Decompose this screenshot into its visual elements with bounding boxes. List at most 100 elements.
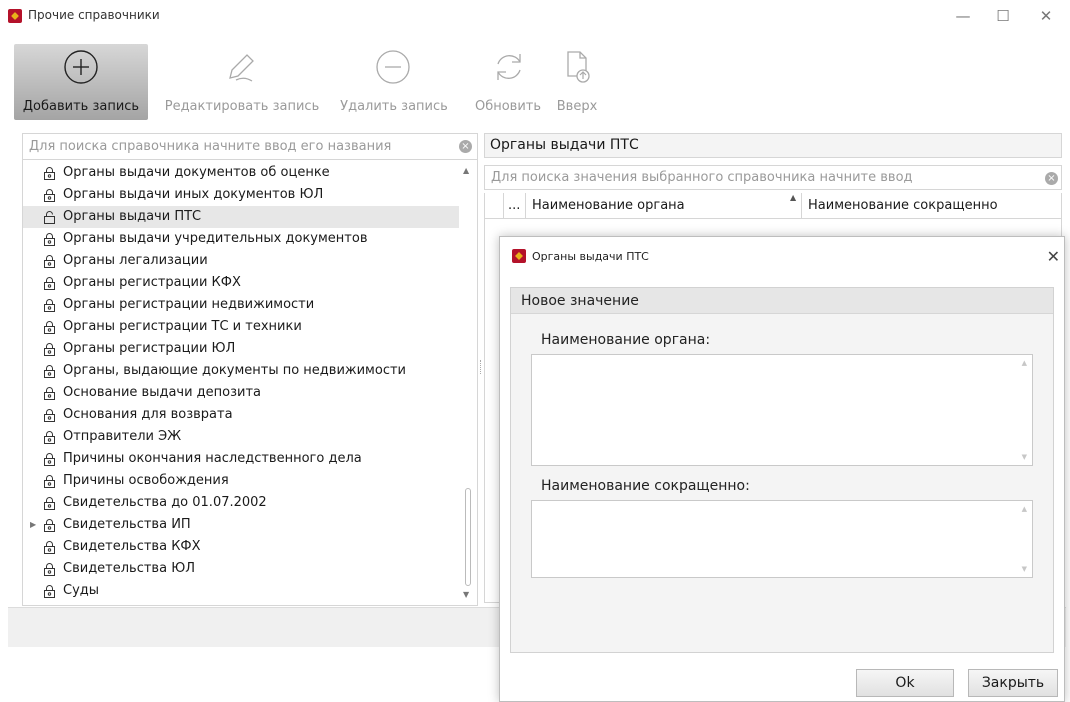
grid-header: ... Наименование органа ▲ Наименование с… bbox=[485, 193, 1061, 219]
directory-item[interactable]: Причины освобождения bbox=[23, 470, 459, 492]
directory-item[interactable]: Суды bbox=[23, 580, 459, 602]
directory-item[interactable]: Органы легализации bbox=[23, 250, 459, 272]
plus-circle-icon bbox=[64, 50, 98, 84]
clear-search-icon[interactable]: × bbox=[459, 140, 472, 153]
directory-item-label: Свидетельства КФХ bbox=[63, 539, 201, 554]
memo-scroll-down-icon[interactable]: ▼ bbox=[1022, 453, 1027, 461]
lock-icon bbox=[44, 431, 55, 444]
directory-item-label: Органы регистрации КФХ bbox=[63, 275, 241, 290]
delete-record-button[interactable]: Удалить запись bbox=[332, 44, 456, 120]
directory-item[interactable]: Органы регистрации ТС и техники bbox=[23, 316, 459, 338]
lock-icon bbox=[44, 387, 55, 400]
toolbar: Добавить запись Редактировать запись Уда… bbox=[0, 44, 1070, 120]
lock-icon bbox=[44, 563, 55, 576]
pencil-icon bbox=[229, 54, 254, 82]
directory-search: × bbox=[23, 134, 477, 160]
directory-item[interactable]: Органы выдачи документов об оценке bbox=[23, 162, 459, 184]
panel-splitter[interactable] bbox=[480, 360, 482, 374]
lock-icon bbox=[44, 519, 55, 532]
directory-item-label: Органы выдачи учредительных документов bbox=[63, 231, 368, 246]
document-up-icon bbox=[567, 51, 590, 83]
add-record-label: Добавить запись bbox=[22, 99, 140, 114]
close-button[interactable]: Закрыть bbox=[968, 669, 1058, 697]
lock-icon bbox=[44, 299, 55, 312]
directory-item[interactable]: Органы выдачи учредительных документов bbox=[23, 228, 459, 250]
directory-item-label: Суды bbox=[63, 583, 100, 598]
directory-item-label: Органы, выдающие документы по недвижимос… bbox=[63, 363, 406, 378]
scroll-up-icon[interactable]: ▲ bbox=[463, 166, 469, 175]
directory-item[interactable]: Свидетельства ЮЛ bbox=[23, 558, 459, 580]
lock-icon bbox=[44, 453, 55, 466]
memo-scroll-up-icon[interactable]: ▲ bbox=[1022, 505, 1027, 513]
add-record-button[interactable]: Добавить запись bbox=[14, 44, 148, 120]
directory-search-input[interactable] bbox=[23, 134, 453, 159]
directory-item-label: Свидетельства ЮЛ bbox=[63, 561, 196, 576]
refresh-icon bbox=[497, 54, 521, 80]
clear-value-search-icon[interactable]: × bbox=[1045, 172, 1058, 185]
memo-scroll-down-icon[interactable]: ▼ bbox=[1022, 565, 1027, 573]
lock-icon bbox=[44, 233, 55, 246]
directory-item-label: Основания для возврата bbox=[63, 407, 233, 422]
lock-icon bbox=[44, 409, 55, 422]
directory-item[interactable]: Свидетельства КФХ bbox=[23, 536, 459, 558]
directory-item[interactable]: Органы регистрации ЮЛ bbox=[23, 338, 459, 360]
refresh-button[interactable]: Обновить bbox=[468, 44, 548, 120]
selected-directory-header: Органы выдачи ПТС bbox=[484, 133, 1062, 158]
directory-item[interactable]: Органы выдачи ПТС bbox=[23, 206, 459, 228]
directory-item[interactable]: Органы регистрации недвижимости bbox=[23, 294, 459, 316]
lock-icon bbox=[44, 321, 55, 334]
app-logo-icon bbox=[8, 9, 22, 23]
directory-item-label: Основание выдачи депозита bbox=[63, 385, 262, 400]
directory-item[interactable]: Отправители ЭЖ bbox=[23, 426, 459, 448]
close-window-button[interactable]: ✕ bbox=[1026, 4, 1066, 28]
directory-item-label: Органы легализации bbox=[63, 253, 208, 268]
tree-scrollbar[interactable]: ▲ ▼ bbox=[461, 162, 475, 602]
directory-item[interactable]: Органы выдачи иных документов ЮЛ bbox=[23, 184, 459, 206]
edit-record-label: Редактировать запись bbox=[164, 99, 320, 114]
directory-item-label: Органы выдачи иных документов ЮЛ bbox=[63, 187, 324, 202]
new-value-dialog: Органы выдачи ПТС ✕ Новое значение Наиме… bbox=[499, 236, 1065, 702]
short-name-field[interactable]: ▲ ▼ bbox=[531, 500, 1033, 578]
directory-item[interactable]: Основания для возврата bbox=[23, 404, 459, 426]
window-title: Прочие справочники bbox=[28, 8, 160, 22]
short-name-input[interactable] bbox=[532, 501, 1012, 577]
directory-item[interactable]: Органы регистрации КФХ bbox=[23, 272, 459, 294]
directory-item-label: Органы регистрации ЮЛ bbox=[63, 341, 236, 356]
title-bar: Прочие справочники — ☐ ✕ bbox=[0, 0, 1070, 32]
value-search: × bbox=[484, 165, 1062, 190]
memo-scroll-up-icon[interactable]: ▲ bbox=[1022, 359, 1027, 367]
maximize-button[interactable]: ☐ bbox=[983, 4, 1023, 28]
scroll-down-icon[interactable]: ▼ bbox=[463, 590, 469, 599]
directory-item[interactable]: Основание выдачи депозита bbox=[23, 382, 459, 404]
authority-name-label: Наименование органа: bbox=[541, 332, 711, 348]
lock-icon bbox=[44, 365, 55, 378]
new-value-group: Новое значение Наименование органа: ▲ ▼ … bbox=[510, 287, 1054, 653]
column-menu-button[interactable]: ... bbox=[503, 193, 525, 219]
authority-name-field[interactable]: ▲ ▼ bbox=[531, 354, 1033, 466]
value-search-input[interactable] bbox=[485, 166, 1035, 189]
directory-item[interactable]: ▶ Свидетельства ИП bbox=[23, 514, 459, 536]
up-button[interactable]: Вверх bbox=[550, 44, 604, 120]
dialog-close-icon[interactable]: ✕ bbox=[1047, 247, 1060, 266]
directory-item[interactable]: Причины окончания наследственного дела bbox=[23, 448, 459, 470]
up-label: Вверх bbox=[556, 99, 598, 114]
directory-item[interactable]: Органы, выдающие документы по недвижимос… bbox=[23, 360, 459, 382]
scroll-thumb[interactable] bbox=[465, 488, 471, 586]
lock-icon bbox=[44, 167, 55, 180]
expand-arrow-icon[interactable]: ▶ bbox=[30, 514, 36, 536]
authority-name-input[interactable] bbox=[532, 355, 1012, 465]
sort-ascending-icon: ▲ bbox=[790, 193, 797, 202]
directory-item[interactable]: Свидетельства до 01.07.2002 bbox=[23, 492, 459, 514]
column-header-short-name[interactable]: Наименование сокращенно bbox=[801, 193, 1061, 219]
unlock-icon bbox=[44, 211, 55, 224]
directory-list-panel: × Органы выдачи документов об оценке Орга… bbox=[22, 133, 478, 606]
lock-icon bbox=[44, 497, 55, 510]
minimize-button[interactable]: — bbox=[943, 4, 983, 28]
column-header-name[interactable]: Наименование органа bbox=[525, 193, 801, 219]
edit-record-button[interactable]: Редактировать запись bbox=[154, 44, 330, 120]
directory-item-label: Причины окончания наследственного дела bbox=[63, 451, 362, 466]
app-logo-icon bbox=[512, 249, 526, 263]
lock-icon bbox=[44, 541, 55, 554]
ok-button[interactable]: Ok bbox=[856, 669, 954, 697]
lock-icon bbox=[44, 189, 55, 202]
